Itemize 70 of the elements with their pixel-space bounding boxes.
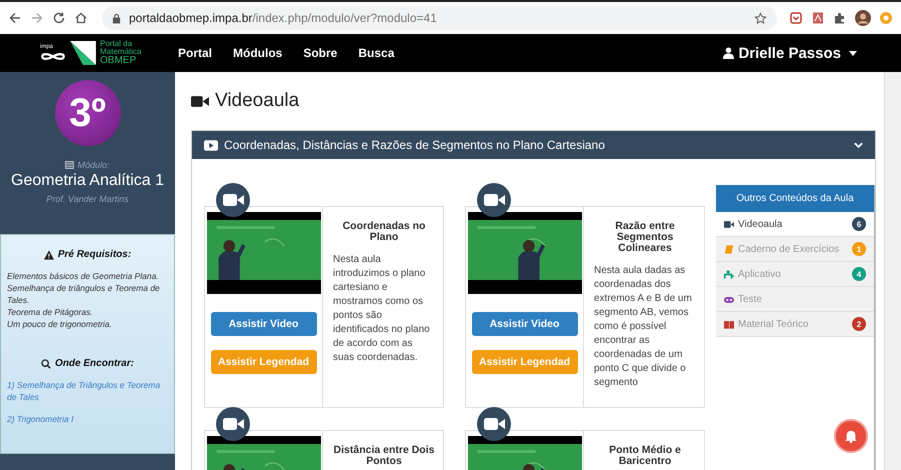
- user-menu[interactable]: Drielle Passos: [723, 44, 857, 62]
- module-name: Geometria Analítica 1: [11, 172, 164, 190]
- video-camera-icon: [216, 407, 250, 441]
- address-bar[interactable]: portaldaobmep.impa.br/index.php/modulo/ver?modulo=41: [102, 6, 777, 30]
- video-camera-icon: [477, 183, 511, 217]
- lesson-title: Distância entre Dois Pontos: [333, 445, 435, 467]
- nav-link[interactable]: Busca: [358, 46, 394, 60]
- prerequisite-text: Teorema de Pitágoras.: [7, 306, 94, 318]
- video-camera-icon: [191, 94, 209, 108]
- home-icon[interactable]: [74, 11, 88, 25]
- notification-button[interactable]: [834, 419, 868, 453]
- nav-link[interactable]: Sobre: [303, 46, 338, 60]
- lock-icon: [112, 12, 121, 24]
- module-label: Módulo:: [77, 160, 110, 170]
- url-path: /index.php/modulo/ver?modulo=41: [252, 11, 437, 25]
- list-header: Outros Conteúdos da Aula: [716, 185, 874, 212]
- prerequisite-text: Semelhança de triângulos e Teorema de Tales.: [7, 282, 161, 306]
- watch-button[interactable]: Assistir Legendad: [472, 350, 578, 374]
- lesson-title: Coordenadas no Plano: [342, 221, 426, 243]
- bell-icon: [844, 429, 858, 443]
- lesson-description: Nesta aula introduzimos o plano cartesiano e mostramos como os pontos são identificados no plano de acordo com as suas coordenadas.: [333, 253, 431, 365]
- count-badge: 4: [852, 267, 866, 281]
- nav-link[interactable]: Módulos: [233, 46, 282, 60]
- reference-link[interactable]: 1) Semelhança de Triângulos e Teorema de Tales: [7, 379, 168, 403]
- reference-link[interactable]: 2) Trigonometria I: [7, 413, 168, 425]
- caret-icon: [849, 50, 857, 56]
- scrollbar[interactable]: [884, 72, 901, 470]
- nav-link[interactable]: Portal: [178, 46, 212, 60]
- content-list-item[interactable]: Teste: [716, 287, 874, 312]
- content-list-item[interactable]: Aplicativo 4: [716, 262, 874, 287]
- module-icon: [65, 161, 74, 169]
- content-list-item[interactable]: Caderno de Exercícios 1: [716, 237, 874, 262]
- avatar-icon[interactable]: [855, 10, 871, 26]
- lesson-title: Razão entre Segmentos Colineares: [614, 221, 676, 254]
- logo-text: Matemática: [100, 48, 142, 56]
- extension-icon[interactable]: [789, 11, 803, 25]
- chevron-down-icon[interactable]: [854, 142, 863, 148]
- search-icon: [41, 358, 52, 368]
- puzzle-icon[interactable]: [833, 11, 847, 25]
- teacher-name: Prof. Vander Martins: [46, 194, 129, 204]
- logo-text: Portal da: [100, 40, 134, 48]
- count-badge: 1: [852, 242, 866, 256]
- pdf-icon[interactable]: [811, 11, 825, 25]
- prerequisite-text: Um pouco de trigonometria.: [7, 318, 113, 330]
- logo-text: OBMEP: [100, 56, 138, 66]
- year-badge: 3º: [54, 80, 120, 146]
- watch-button[interactable]: Assistir Video: [210, 312, 316, 336]
- prerequisite-text: Elementos básicos de Geometria Plana.: [7, 270, 160, 282]
- triangle-logo-icon: [70, 41, 96, 65]
- user-icon: [723, 47, 734, 59]
- video-camera-icon: [216, 183, 250, 217]
- section-heading: Onde Encontrar:: [55, 358, 134, 369]
- lesson-title: Ponto Médio e Baricentro: [608, 445, 682, 467]
- warning-icon: [44, 250, 54, 260]
- url-host: portaldaobmep.impa.br: [129, 11, 252, 25]
- infinity-logo-icon: [40, 51, 66, 62]
- watch-button[interactable]: Assistir Video: [472, 312, 578, 336]
- count-badge: 2: [852, 317, 866, 331]
- content-list-item[interactable]: Material Teórico 2: [716, 312, 874, 337]
- star-icon[interactable]: [754, 12, 767, 24]
- watch-button[interactable]: Assistir Legendad: [210, 350, 316, 374]
- panel-title: Coordenadas, Distâncias e Razões de Segmentos no Plano Cartesiano: [224, 138, 605, 152]
- play-icon: [204, 140, 218, 150]
- reload-icon[interactable]: [52, 11, 66, 25]
- back-icon[interactable]: [8, 11, 22, 25]
- count-badge: 6: [852, 217, 866, 231]
- lesson-description: Nesta aula dadas as coordenadas dos extremos A e B de um segmento AB, vemos como é possível encontrar as coordenadas de um ponto C que divide o segmento: [594, 264, 693, 390]
- page-title: Videoaula: [215, 90, 300, 112]
- video-camera-icon: [477, 407, 511, 441]
- section-heading: Pré Requisitos:: [58, 249, 132, 260]
